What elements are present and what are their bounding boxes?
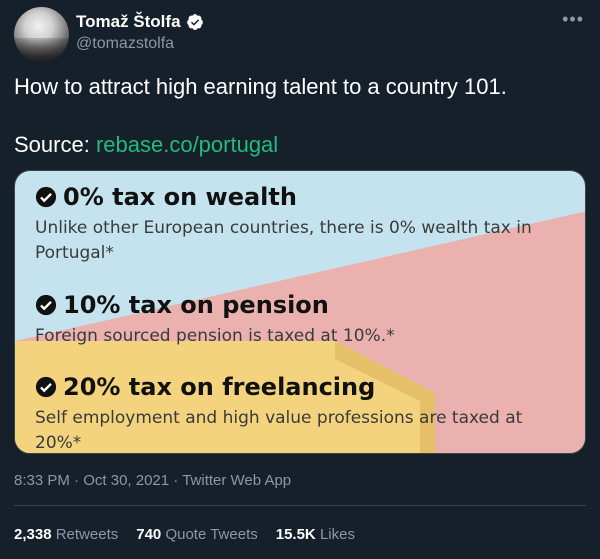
author-name[interactable]: Tomaž Štolfa [76, 12, 181, 32]
tweet-header: Tomaž Štolfa @tomazstolfa ••• [14, 7, 586, 67]
card-item-freelancing: 20% tax on freelancing Self employment a… [35, 373, 555, 453]
retweets-count: 2,338 [14, 526, 52, 543]
likes-count: 15.5K [275, 526, 316, 543]
quotes-label: Quote Tweets [165, 526, 258, 543]
divider [14, 505, 586, 506]
check-circle-icon [35, 294, 57, 316]
card-item-desc: Foreign sourced pension is taxed at 10%.… [35, 326, 395, 346]
check-circle-icon [35, 376, 57, 398]
author-row: Tomaž Štolfa [76, 12, 204, 32]
likes-stat[interactable]: 15.5K Likes [276, 526, 355, 543]
more-options-icon[interactable]: ••• [562, 9, 584, 30]
quotes-stat[interactable]: 740 Quote Tweets [136, 526, 257, 543]
meta-separator: · [173, 472, 183, 489]
quotes-count: 740 [136, 526, 162, 543]
avatar[interactable] [14, 7, 69, 62]
author-handle[interactable]: @tomazstolfa [76, 35, 174, 53]
verified-badge-icon [186, 14, 203, 30]
card-item-pension: 10% tax on pension Foreign sourced pensi… [35, 291, 555, 349]
card-item-wealth: 0% tax on wealth Unlike other European c… [35, 183, 555, 266]
meta-separator: · [74, 472, 84, 489]
tweet-meta: 8:33 PM · Oct 30, 2021 · Twitter Web App [14, 472, 291, 489]
tweet-date[interactable]: Oct 30, 2021 [83, 472, 169, 489]
check-circle-icon [35, 186, 57, 208]
source-link[interactable]: rebase.co/portugal [96, 132, 278, 157]
retweets-stat[interactable]: 2,338 Retweets [14, 526, 118, 543]
card-item-title: 0% tax on wealth [63, 183, 297, 211]
card-item-title: 20% tax on freelancing [63, 373, 376, 401]
retweets-label: Retweets [55, 526, 119, 543]
tweet-time[interactable]: 8:33 PM [14, 472, 70, 489]
tweet-stats: 2,338 Retweets 740 Quote Tweets 15.5K Li… [14, 526, 355, 543]
tweet-text-line: How to attract high earning talent to a … [14, 74, 507, 99]
media-card[interactable]: 0% tax on wealth Unlike other European c… [14, 170, 586, 454]
tweet-source-line: Source: rebase.co/portugal [14, 130, 507, 159]
card-item-desc: Unlike other European countries, there i… [35, 218, 532, 263]
source-label: Source: [14, 132, 90, 157]
card-item-title: 10% tax on pension [63, 291, 329, 319]
card-item-desc: Self employment and high value professio… [35, 408, 523, 453]
tweet-body: How to attract high earning talent to a … [14, 72, 507, 159]
tweet-app[interactable]: Twitter Web App [182, 472, 291, 489]
likes-label: Likes [319, 526, 355, 543]
